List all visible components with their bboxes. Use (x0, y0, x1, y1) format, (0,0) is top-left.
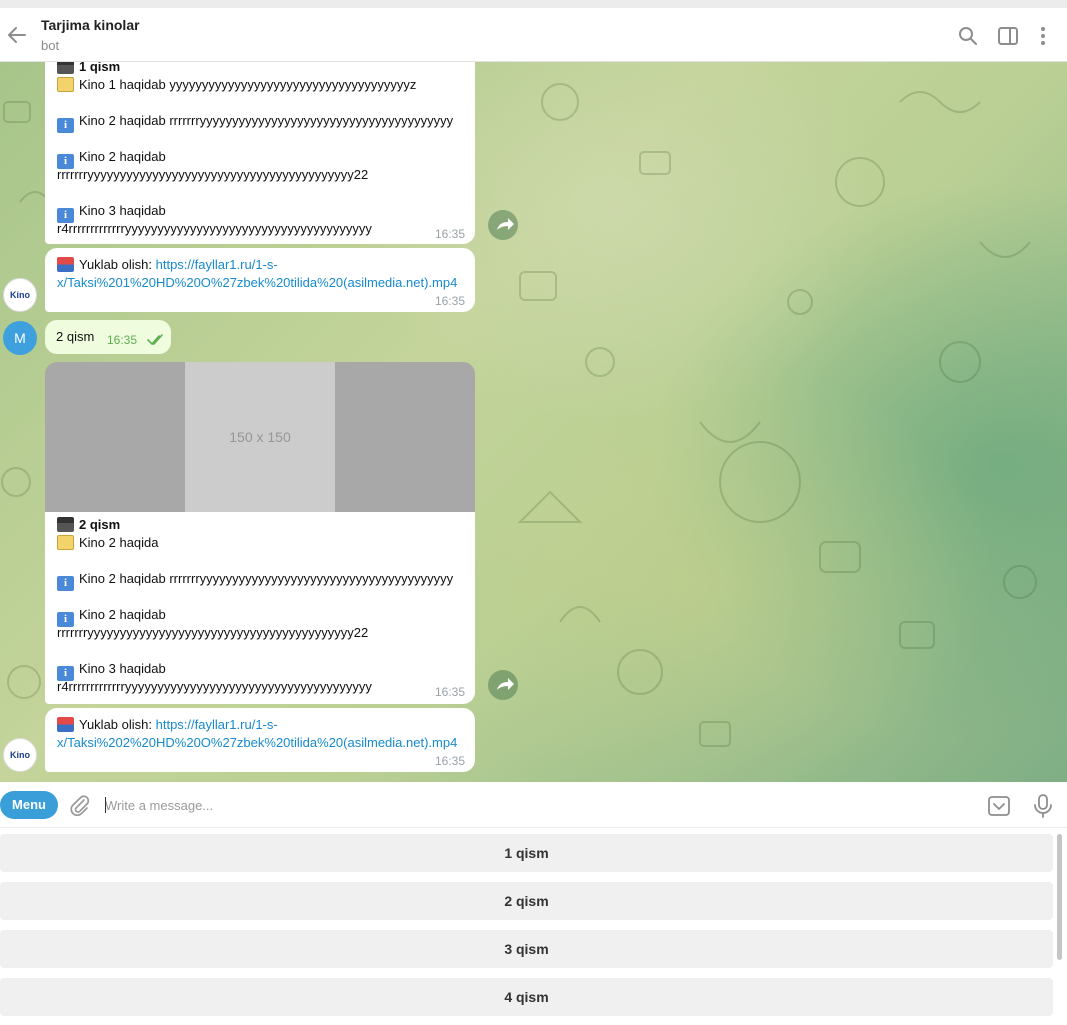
message-input[interactable] (105, 792, 965, 818)
message-title: 2 qism (57, 516, 120, 534)
clapper-board-icon (57, 62, 74, 74)
keyboard-button-3-qism[interactable]: 3 qism (0, 930, 1053, 968)
bot-message-1[interactable]: 1 qism Kino 1 haqidab yyyyyyyyyyyyyyyyyy… (45, 62, 475, 244)
message-line: Kino 1 haqidab yyyyyyyyyyyyyyyyyyyyyyyyy… (57, 76, 416, 94)
more-options-icon[interactable] (1031, 24, 1055, 48)
message-time: 16:35 (434, 227, 465, 241)
message-time: 16:35 (434, 685, 465, 699)
double-check-icon (147, 334, 163, 346)
keyboard-scrollbar[interactable] (1057, 834, 1062, 960)
download-link[interactable]: x/Taksi%202%20HD%20O%27zbek%20tilida%20(… (57, 734, 457, 752)
download-link[interactable]: https://fayllar1.ru/1-s- (156, 717, 278, 732)
message-line: r4rrrrrrrrrrrrryyyyyyyyyyyyyyyyyyyyyyyyy… (57, 679, 372, 694)
bot-reply-keyboard: 1 qism 2 qism 3 qism 4 qism (0, 828, 1067, 1025)
chat-title[interactable]: Tarjima kinolar (41, 17, 140, 33)
message-title: 1 qism (57, 62, 120, 76)
memo-icon (57, 77, 74, 92)
message-line: i Kino 2 haqidab rrrrrrryyyyyyyyyyyyyyyyy… (57, 570, 453, 591)
bot-keyboard-toggle-icon[interactable] (987, 794, 1011, 818)
bot-menu-button[interactable]: Menu (0, 791, 58, 819)
message-line: rrrrrrryyyyyyyyyyyyyyyyyyyyyyyyyyyyyyyyy… (57, 167, 369, 182)
download-tray-icon (57, 257, 74, 272)
keyboard-button-1-qism[interactable]: 1 qism (0, 834, 1053, 872)
sidebar-toggle-icon[interactable] (996, 24, 1020, 48)
outgoing-message[interactable]: 2 qism 16:35 (45, 320, 171, 354)
keyboard-button-4-qism[interactable]: 4 qism (0, 978, 1053, 1016)
attach-icon[interactable] (69, 794, 91, 816)
back-arrow-icon[interactable] (6, 22, 28, 48)
keyboard-button-2-qism[interactable]: 2 qism (0, 882, 1053, 920)
info-icon: i (57, 576, 74, 591)
memo-icon (57, 535, 74, 550)
message-time: 16:35 (434, 294, 465, 308)
message-line: rrrrrrryyyyyyyyyyyyyyyyyyyyyyyyyyyyyyyyy… (57, 625, 369, 640)
bot-link-message-2[interactable]: Yuklab olish: https://fayllar1.ru/1-s- x… (45, 708, 475, 772)
message-line: r4rrrrrrrrrrrrryyyyyyyyyyyyyyyyyyyyyyyyy… (57, 221, 372, 236)
message-text: 2 qism (56, 329, 95, 344)
forward-button[interactable] (488, 210, 518, 240)
download-link[interactable]: https://fayllar1.ru/1-s- (156, 257, 278, 272)
forward-arrow-icon (497, 678, 514, 690)
chat-status: bot (41, 38, 60, 53)
bot-avatar[interactable]: Kino (3, 738, 37, 772)
download-line: Yuklab olish: https://fayllar1.ru/1-s- (57, 716, 278, 734)
chat-area[interactable]: 1 qism Kino 1 haqidab yyyyyyyyyyyyyyyyyy… (0, 62, 1067, 782)
media-placeholder: 150 x 150 (185, 362, 335, 512)
message-time: 16:35 (107, 333, 138, 347)
forward-button[interactable] (488, 670, 518, 700)
message-composer: Menu (0, 782, 1067, 828)
search-icon[interactable] (956, 24, 980, 48)
bot-message-2[interactable]: 2 qism Kino 2 haqida i Kino 2 haqidab rrr… (45, 512, 475, 704)
message-time: 16:35 (434, 754, 465, 768)
message-line: Kino 2 haqida (57, 534, 159, 552)
text-caret (105, 797, 106, 813)
forward-arrow-icon (497, 218, 514, 230)
window-top-strip (0, 0, 1067, 8)
bot-link-message-1[interactable]: Yuklab olish: https://fayllar1.ru/1-s- x… (45, 248, 475, 312)
clapper-board-icon (57, 517, 74, 532)
download-line: Yuklab olish: https://fayllar1.ru/1-s- (57, 256, 278, 274)
microphone-icon[interactable] (1032, 793, 1054, 819)
bot-avatar[interactable]: Kino (3, 278, 37, 312)
chat-header: Tarjima kinolar bot (0, 8, 1067, 62)
media-image[interactable]: 150 x 150 (45, 362, 475, 512)
info-icon: i (57, 118, 74, 133)
message-line: i Kino 2 haqidab rrrrrrryyyyyyyyyyyyyyyyy… (57, 112, 453, 133)
download-tray-icon (57, 717, 74, 732)
user-avatar[interactable]: M (3, 321, 37, 355)
download-link[interactable]: x/Taksi%201%20HD%20O%27zbek%20tilida%20(… (57, 274, 457, 292)
